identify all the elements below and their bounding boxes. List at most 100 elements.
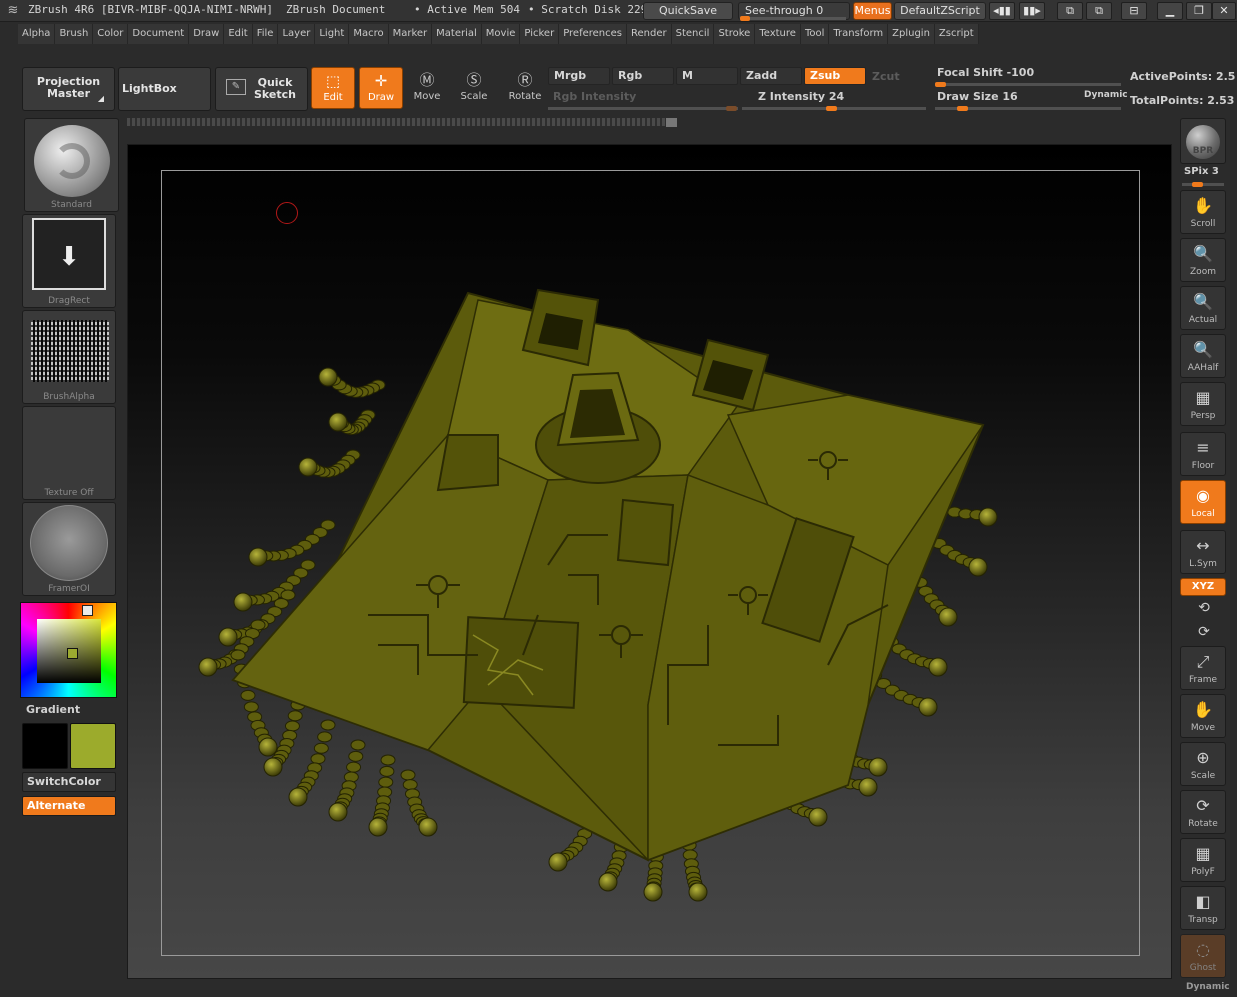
xyz-button[interactable]: XYZ (1180, 578, 1226, 596)
projection-master-button[interactable]: Projection Master ◢ (22, 67, 115, 111)
transp-button[interactable]: ◧ Transp (1180, 886, 1226, 930)
zcut-button[interactable]: Zcut (872, 70, 900, 83)
hue-marker[interactable] (82, 605, 93, 616)
menu-marker[interactable]: Marker (388, 24, 433, 44)
canvas-scroll-ruler[interactable] (127, 118, 677, 126)
menu-transform[interactable]: Transform (829, 24, 889, 44)
menu-file[interactable]: File (252, 24, 279, 44)
maximize-icon[interactable]: ❐ (1186, 2, 1212, 20)
texture-selector[interactable]: Texture Off (22, 406, 116, 500)
gradient-label[interactable]: Gradient (26, 703, 80, 716)
spix-label[interactable]: SPix 3 (1184, 166, 1219, 177)
close-icon[interactable]: ✕ (1212, 2, 1236, 20)
menus-button[interactable]: Menus (853, 2, 892, 20)
see-through-track[interactable] (740, 16, 846, 21)
rgb-button[interactable]: Rgb (612, 67, 674, 85)
lightbox-button[interactable]: LightBox (118, 67, 211, 111)
move-button[interactable]: ✋ Move (1180, 694, 1226, 738)
draw-size-knob[interactable] (957, 106, 968, 111)
z-intensity-knob[interactable] (826, 106, 838, 111)
menu-alpha[interactable]: Alpha (18, 24, 56, 44)
local-button[interactable]: ◉ Local (1180, 480, 1226, 524)
mrgb-button[interactable]: Mrgb (548, 67, 610, 85)
menu-movie[interactable]: Movie (481, 24, 521, 44)
menu-color[interactable]: Color (93, 24, 129, 44)
draw-size-slider[interactable] (935, 106, 1121, 111)
polyf-button[interactable]: ▦ PolyF (1180, 838, 1226, 882)
bpr-button[interactable]: BPR (1180, 118, 1226, 164)
menu-light[interactable]: Light (315, 24, 350, 44)
frame-button[interactable]: ⤢ Frame (1180, 646, 1226, 690)
dynamic-toggle[interactable]: Dynamic (1084, 90, 1128, 100)
scale-button[interactable]: Ⓢ Scale (452, 67, 496, 109)
draw-button[interactable]: ✛ Draw (359, 67, 403, 109)
layout-alt-icon[interactable]: ⧉ (1086, 2, 1112, 20)
rgb-intensity-slider[interactable] (548, 106, 738, 111)
menu-edit[interactable]: Edit (224, 24, 253, 44)
material-selector[interactable]: FramerOI (22, 502, 116, 596)
focal-shift-knob[interactable] (935, 82, 946, 87)
canvas[interactable] (127, 144, 1172, 979)
rotate-button[interactable]: ⟳ Rotate (1180, 790, 1226, 834)
alternate-button[interactable]: Alternate (22, 796, 116, 816)
rotate-button[interactable]: Ⓡ Rotate (503, 67, 547, 109)
menu-render[interactable]: Render (627, 24, 672, 44)
dynamic-label[interactable]: Dynamic (1186, 982, 1230, 992)
menu-picker[interactable]: Picker (520, 24, 560, 44)
lock-icon[interactable]: ⊟ (1121, 2, 1147, 20)
secondary-color-swatch[interactable] (70, 723, 116, 769)
move-button[interactable]: Ⓜ Move (405, 67, 449, 109)
lsym-button[interactable]: ↔ L.Sym (1180, 530, 1226, 574)
menu-macro[interactable]: Macro (349, 24, 389, 44)
scroll-button[interactable]: ✋ Scroll (1180, 190, 1226, 234)
menu-brush[interactable]: Brush (55, 24, 94, 44)
menu-material[interactable]: Material (432, 24, 482, 44)
layout-icon[interactable]: ⧉ (1057, 2, 1083, 20)
color-picker[interactable] (20, 602, 117, 698)
see-through-knob[interactable] (740, 16, 750, 21)
3d-model[interactable] (128, 145, 1173, 980)
m-button[interactable]: M (676, 67, 738, 85)
actual-button[interactable]: 🔍 Actual (1180, 286, 1226, 330)
menu-draw[interactable]: Draw (189, 24, 225, 44)
scroll-right-icon[interactable]: ▮▮▸ (1019, 2, 1045, 20)
rgb-intensity-label[interactable]: Rgb Intensity (553, 90, 636, 103)
z-intensity-slider[interactable] (742, 106, 926, 111)
edit-button[interactable]: ⬚ Edit (311, 67, 355, 109)
quick-sketch-button[interactable]: ✎ Quick Sketch (215, 67, 308, 111)
ghost-button[interactable]: ◌ Ghost (1180, 934, 1226, 978)
brush-selector[interactable]: Standard (24, 118, 119, 212)
menu-zplugin[interactable]: Zplugin (888, 24, 935, 44)
z-intensity-label[interactable]: Z Intensity 24 (758, 90, 844, 103)
minimize-icon[interactable]: ▁ (1157, 2, 1183, 20)
quicksave-button[interactable]: QuickSave (643, 2, 733, 20)
menu-preferences[interactable]: Preferences (559, 24, 628, 44)
main-color-swatch[interactable] (22, 723, 68, 769)
switch-color-button[interactable]: SwitchColor (22, 772, 116, 792)
menu-layer[interactable]: Layer (278, 24, 316, 44)
draw-size-label[interactable]: Draw Size 16 (937, 90, 1018, 103)
menu-tool[interactable]: Tool (800, 24, 830, 44)
menu-stencil[interactable]: Stencil (671, 24, 715, 44)
aahalf-button[interactable]: 🔍 AAHalf (1180, 334, 1226, 378)
scale-button[interactable]: ⊕ Scale (1180, 742, 1226, 786)
floor-button[interactable]: ≡ Floor (1180, 432, 1226, 476)
focal-shift-label[interactable]: Focal Shift -100 (937, 66, 1034, 79)
scroll-left-icon[interactable]: ◂▮▮ (989, 2, 1015, 20)
ruler-knob[interactable] (666, 118, 677, 127)
alpha-selector[interactable]: BrushAlpha (22, 310, 116, 404)
zoom-button[interactable]: 🔍 Zoom (1180, 238, 1226, 282)
menu-stroke[interactable]: Stroke (714, 24, 756, 44)
rotate-y-icon[interactable]: ⟲ (1186, 600, 1222, 616)
focal-shift-slider[interactable] (935, 82, 1121, 87)
default-zscript-button[interactable]: DefaultZScript (894, 2, 986, 20)
zsub-button[interactable]: Zsub (804, 67, 866, 85)
persp-button[interactable]: ▦ Persp (1180, 382, 1226, 426)
menu-zscript[interactable]: Zscript (934, 24, 979, 44)
color-marker[interactable] (67, 648, 78, 659)
rotate-z-icon[interactable]: ⟳ (1186, 624, 1222, 640)
stroke-selector[interactable]: ⬇ DragRect (22, 214, 116, 308)
zadd-button[interactable]: Zadd (740, 67, 802, 85)
spix-slider[interactable] (1182, 182, 1224, 187)
rgb-intensity-knob[interactable] (726, 106, 737, 111)
